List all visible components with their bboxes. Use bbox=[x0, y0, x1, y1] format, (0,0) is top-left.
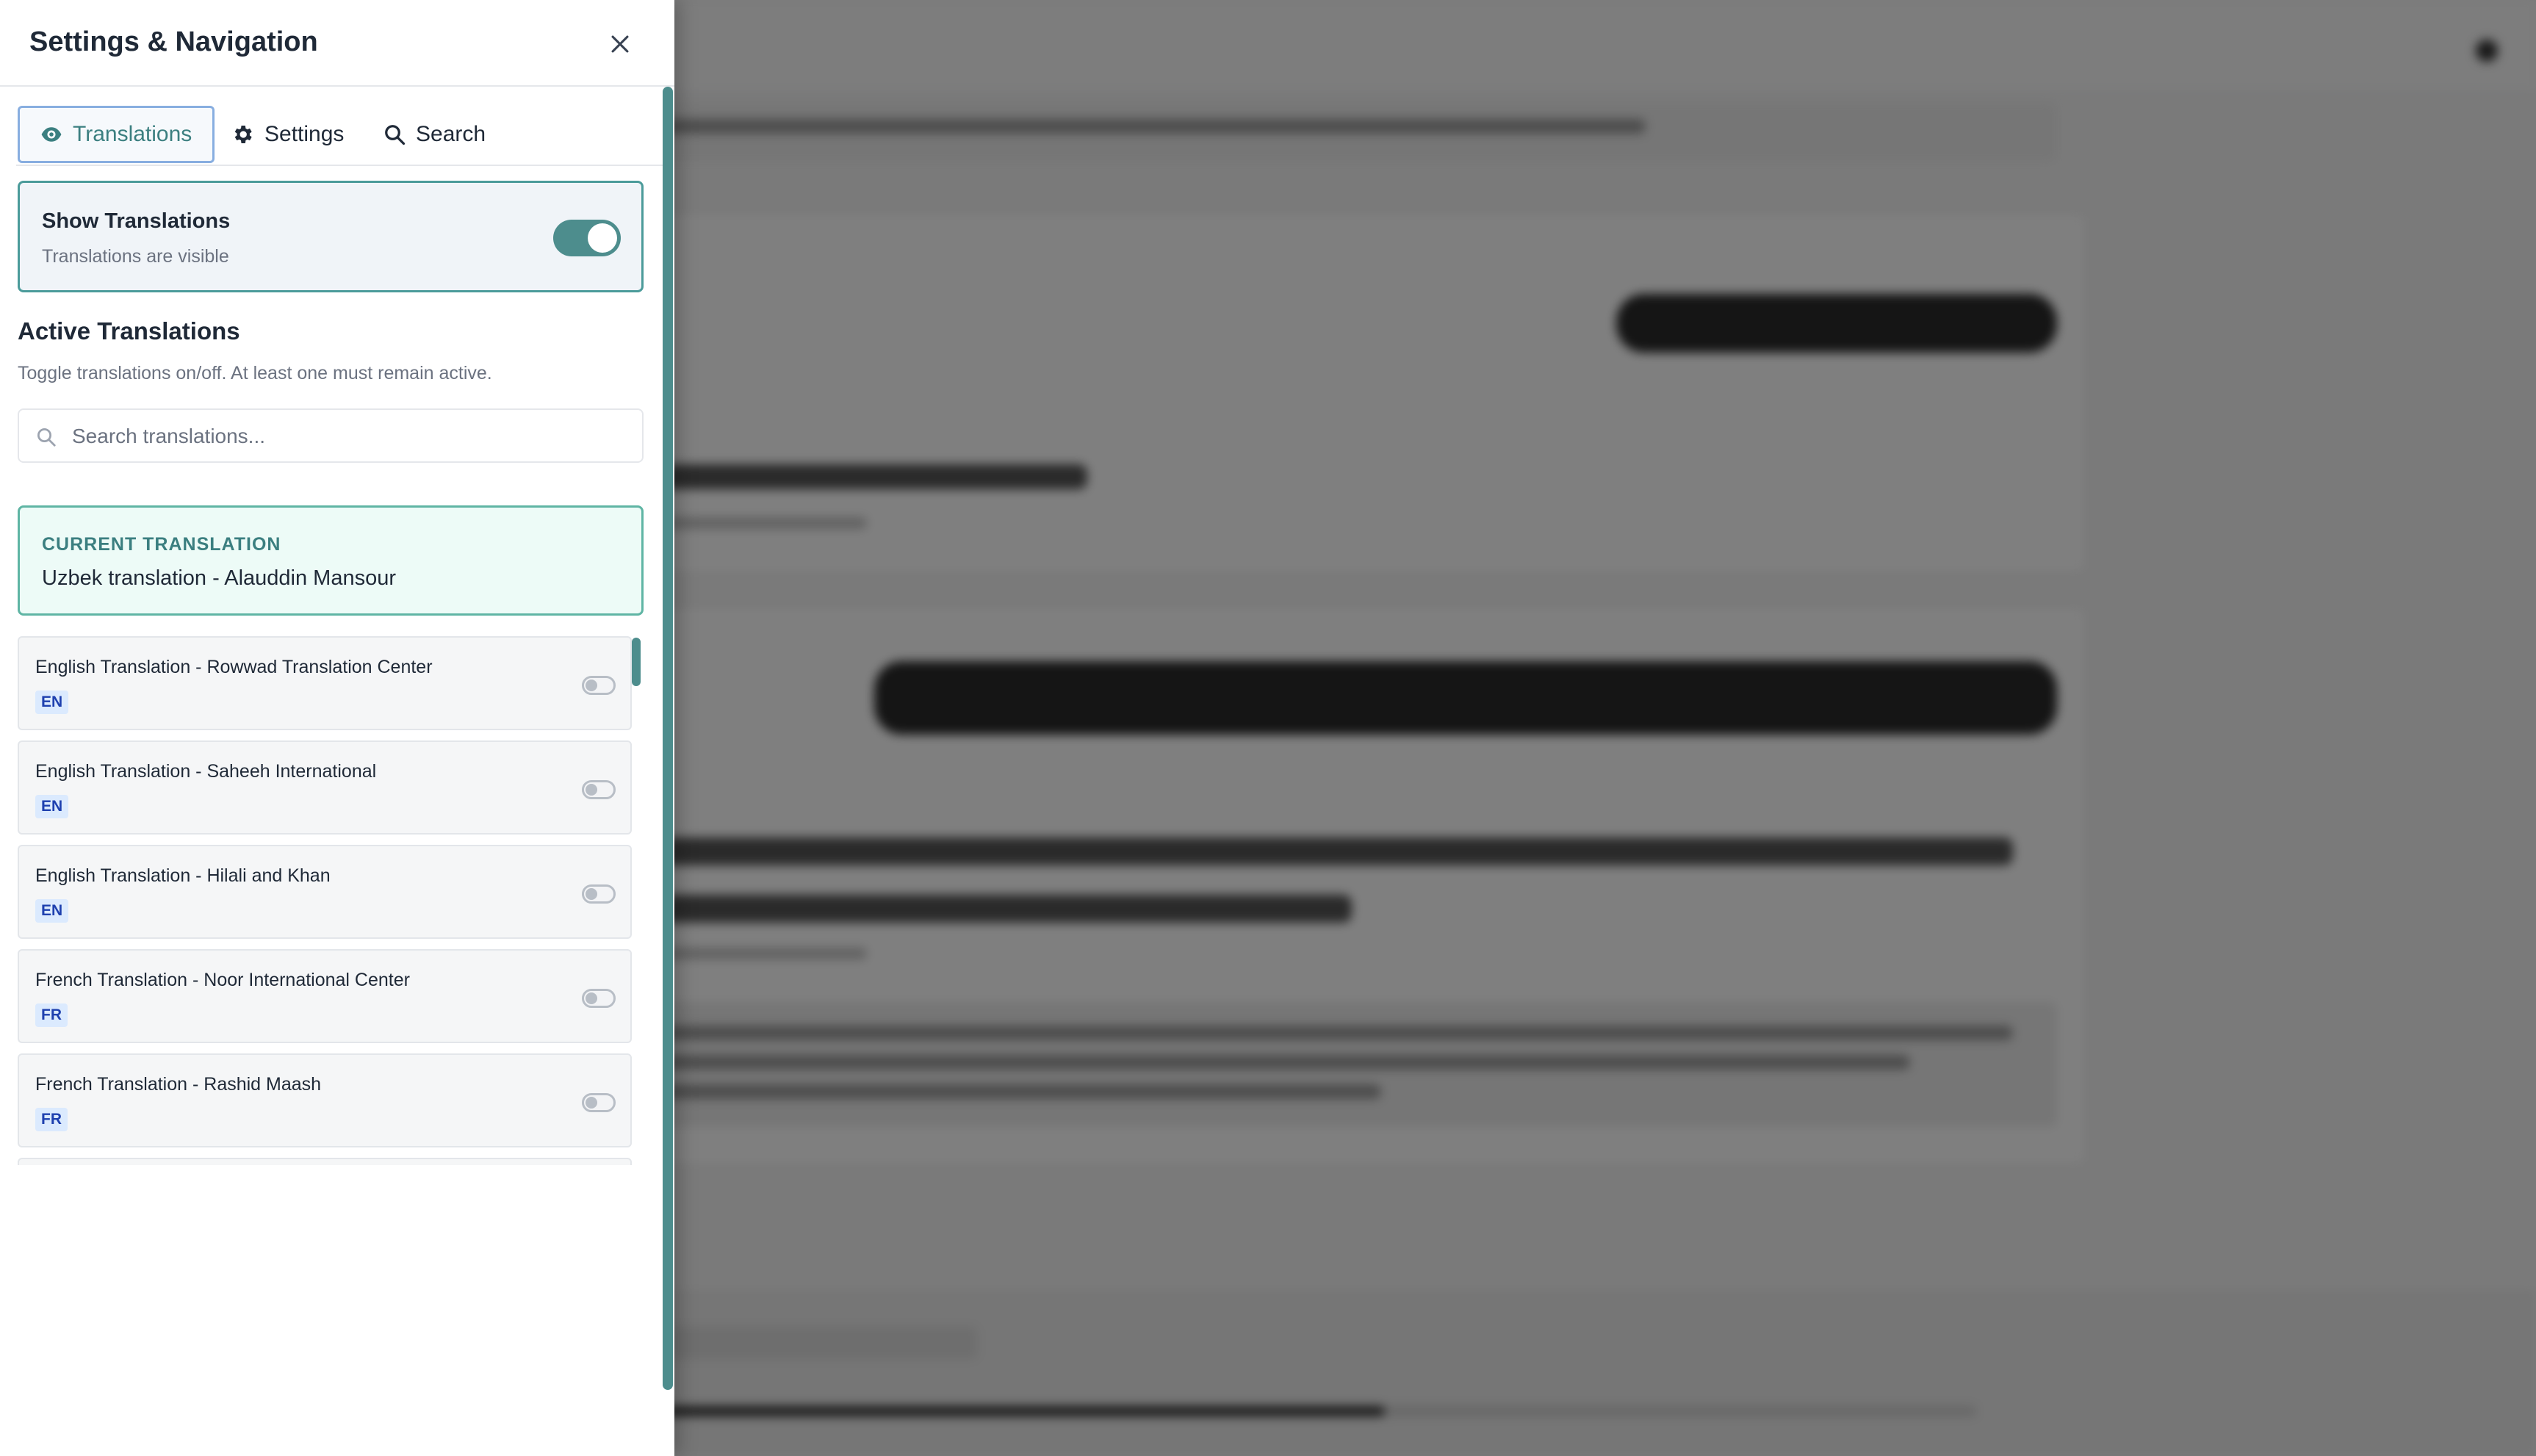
active-translations-description: Toggle translations on/off. At least one… bbox=[18, 363, 492, 383]
translation-name: French Translation - Rashid Maash bbox=[35, 1074, 322, 1095]
translation-item[interactable]: French Translation - Noor International … bbox=[18, 949, 632, 1043]
language-badge: EN bbox=[35, 691, 69, 714]
current-translation-label: CURRENT TRANSLATION bbox=[42, 534, 281, 555]
scrollbar-thumb[interactable] bbox=[632, 638, 641, 686]
translation-list-scrollbar[interactable] bbox=[632, 636, 641, 1165]
translation-search bbox=[18, 408, 644, 463]
drawer-tabs: Translations Settings Search bbox=[16, 103, 663, 166]
translation-item[interactable]: English Translation - Rowwad Translation… bbox=[18, 636, 632, 730]
language-badge: EN bbox=[35, 899, 69, 923]
tab-label: Translations bbox=[73, 122, 192, 146]
eye-icon bbox=[41, 127, 62, 142]
search-icon bbox=[385, 125, 406, 145]
drawer-header: Settings & Navigation bbox=[0, 0, 674, 87]
current-translation-card: CURRENT TRANSLATION Uzbek translation - … bbox=[18, 505, 644, 616]
translation-name: English Translation - Hilali and Khan bbox=[35, 865, 331, 886]
translation-toggle[interactable] bbox=[582, 676, 616, 695]
tab-settings[interactable]: Settings bbox=[231, 106, 344, 163]
search-translations-input[interactable] bbox=[72, 417, 630, 455]
translation-toggle[interactable] bbox=[582, 989, 616, 1008]
language-badge: FR bbox=[35, 1003, 68, 1027]
close-icon bbox=[611, 35, 629, 53]
settings-drawer: Settings & Navigation Translations Setti… bbox=[0, 0, 674, 1456]
gear-icon bbox=[234, 126, 252, 143]
drawer-scrollbar[interactable] bbox=[663, 87, 673, 1390]
show-translations-toggle[interactable] bbox=[553, 220, 621, 256]
tab-label: Search bbox=[416, 122, 486, 146]
translation-name: French Translation - Noor International … bbox=[35, 970, 410, 990]
tab-translations[interactable]: Translations bbox=[18, 106, 215, 163]
translation-toggle[interactable] bbox=[582, 780, 616, 799]
show-translations-status: Translations are visible bbox=[42, 246, 229, 267]
drawer-title: Settings & Navigation bbox=[29, 26, 318, 57]
active-translations-heading: Active Translations bbox=[18, 317, 240, 345]
show-translations-card: Show Translations Translations are visib… bbox=[18, 181, 644, 292]
translation-toggle[interactable] bbox=[582, 1093, 616, 1112]
language-badge: FR bbox=[35, 1108, 68, 1131]
translation-item[interactable]: English Translation - Hilali and Khan EN bbox=[18, 845, 632, 939]
translation-item-partial[interactable] bbox=[18, 1158, 632, 1165]
tab-label: Settings bbox=[264, 122, 345, 146]
search-icon bbox=[37, 428, 56, 447]
translation-toggle[interactable] bbox=[582, 884, 616, 904]
close-button[interactable] bbox=[597, 22, 644, 66]
current-translation-name: Uzbek translation - Alauddin Mansour bbox=[42, 566, 396, 590]
show-translations-title: Show Translations bbox=[42, 209, 231, 233]
translation-name: English Translation - Saheeh Internation… bbox=[35, 761, 377, 782]
translation-item[interactable]: English Translation - Saheeh Internation… bbox=[18, 740, 632, 835]
toggle-knob bbox=[588, 223, 617, 253]
translation-name: English Translation - Rowwad Translation… bbox=[35, 657, 433, 677]
translation-item[interactable]: French Translation - Rashid Maash FR bbox=[18, 1053, 632, 1147]
tab-search[interactable]: Search bbox=[383, 106, 486, 163]
translation-list: English Translation - Rowwad Translation… bbox=[18, 636, 644, 1165]
language-badge: EN bbox=[35, 795, 69, 818]
